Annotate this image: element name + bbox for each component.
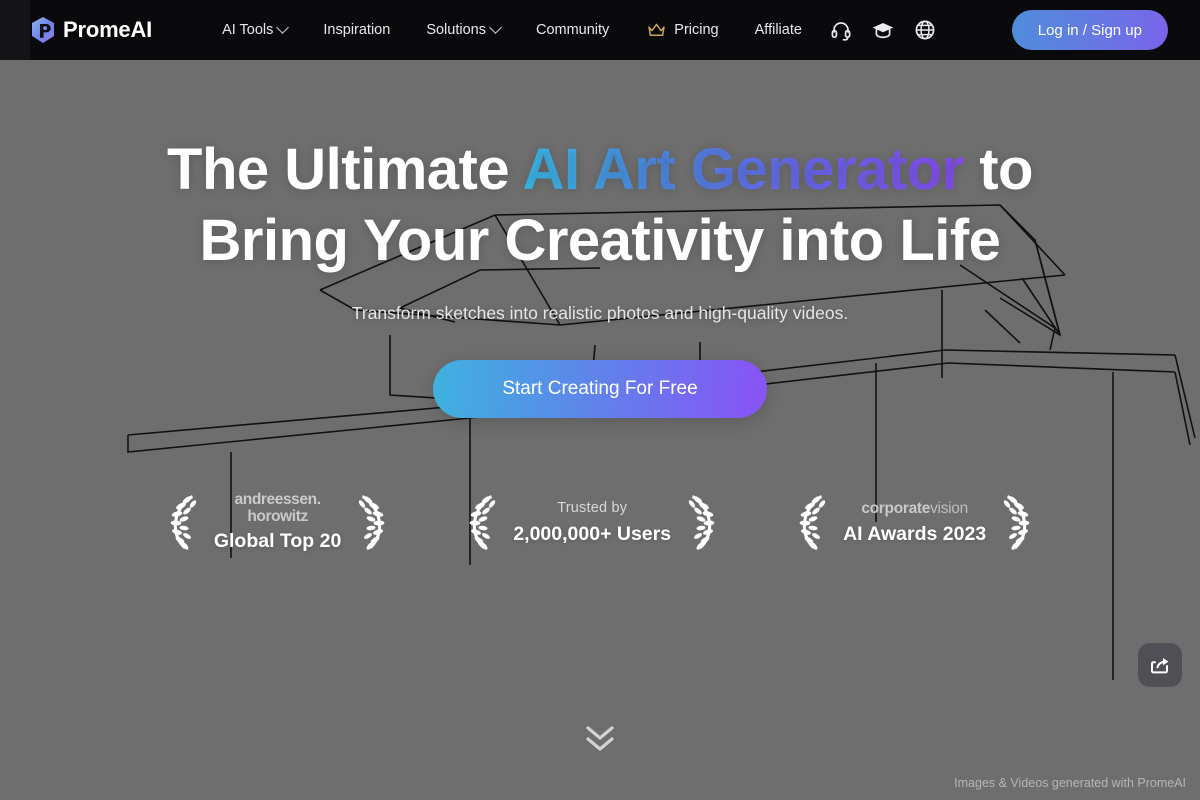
nav-item-label: AI Tools: [222, 22, 274, 38]
headline-gradient-text: AI Art Generator: [522, 137, 965, 202]
nav-item-pricing[interactable]: Pricing: [627, 0, 736, 60]
promeai-landing-page: PromeAI AI Tools Inspiration Solutions C…: [0, 0, 1200, 800]
nav-item-solutions[interactable]: Solutions: [408, 0, 518, 60]
chevron-down-icon: [276, 20, 290, 34]
badge-text-group: Trusted by 2,000,000+ Users: [513, 499, 671, 545]
laurel-wreath-left-icon: [469, 494, 496, 550]
headline-part-1: The Ultimate: [167, 137, 523, 202]
nav-item-label: Affiliate: [754, 22, 802, 38]
badge-title: Global Top 20: [213, 529, 342, 552]
hero-section: The Ultimate AI Art Generator to Bring Y…: [0, 60, 1200, 800]
corporate-vision-logo: corporatevision: [843, 499, 986, 518]
double-chevron-down-icon: [586, 726, 614, 751]
page-title: The Ultimate AI Art Generator to Bring Y…: [167, 135, 1033, 277]
share-button[interactable]: [1138, 643, 1182, 687]
login-signup-button[interactable]: Log in / Sign up: [1011, 10, 1168, 50]
generated-with-caption: Images & Videos generated with PromeAI: [954, 776, 1186, 790]
globe-language-icon: [915, 20, 935, 40]
nav-item-label: Pricing: [674, 22, 719, 38]
hero-subtitle: Transform sketches into realistic photos…: [351, 302, 849, 323]
laurel-wreath-right-icon: [359, 494, 385, 550]
badge-andreessen-horowitz: andreessen. horowitz Global Top 20: [166, 491, 389, 555]
nav-item-ai-tools[interactable]: AI Tools: [204, 0, 305, 60]
badge-text-group: corporatevision AI Awards 2023: [843, 499, 986, 546]
badge-text-group: andreessen. horowitz Global Top 20: [213, 491, 342, 553]
nav-item-community[interactable]: Community: [518, 0, 627, 60]
promeai-cube-logo-icon: [32, 17, 54, 43]
badge-title: AI Awards 2023: [843, 523, 987, 546]
crown-icon: [648, 23, 666, 36]
learn-button[interactable]: [862, 0, 904, 60]
scroll-down-indicator[interactable]: [577, 720, 623, 756]
headset-support-icon: [831, 22, 851, 41]
support-button[interactable]: [820, 0, 862, 60]
andreessen-horowitz-logo: andreessen. horowitz: [214, 491, 341, 525]
language-button[interactable]: [904, 0, 946, 60]
main-navigation: AI Tools Inspiration Solutions Community…: [204, 0, 946, 60]
hero-content: The Ultimate AI Art Generator to Bring Y…: [0, 60, 1200, 800]
site-header: PromeAI AI Tools Inspiration Solutions C…: [0, 0, 1200, 60]
logo-light-part: vision: [930, 499, 968, 517]
laurel-wreath-right-icon: [1003, 494, 1030, 550]
laurel-wreath-left-icon: [170, 494, 197, 550]
header-left-strip: [0, 0, 30, 60]
share-export-icon: [1151, 658, 1169, 674]
chevron-down-icon: [489, 20, 502, 34]
badge-corporate-vision: corporatevision AI Awards 2023: [795, 491, 1034, 555]
brand-name: PromeAI: [63, 17, 153, 42]
nav-item-affiliate[interactable]: Affiliate: [737, 0, 820, 60]
laurel-wreath-left-icon: [799, 494, 826, 550]
headline-part-2: to: [963, 137, 1033, 202]
logo-line-2: horowitz: [247, 507, 308, 525]
logo-bold-part: corporate: [861, 499, 931, 517]
laurel-wreath-right-icon: [688, 494, 715, 550]
headline-line-2: Bring Your Creativity into Life: [199, 207, 1001, 273]
nav-item-label: Inspiration: [323, 22, 391, 38]
nav-item-label: Solutions: [426, 22, 486, 38]
brand-logo[interactable]: PromeAI: [30, 0, 152, 60]
badge-trusted-users: Trusted by 2,000,000+ Users: [465, 491, 719, 555]
trust-badges: andreessen. horowitz Global Top 20 Trust…: [166, 491, 1034, 555]
graduation-cap-icon: [872, 23, 894, 39]
nav-item-label: Community: [535, 22, 610, 38]
badge-subtitle: Trusted by: [557, 500, 628, 517]
start-creating-button[interactable]: Start Creating For Free: [433, 359, 767, 418]
nav-item-inspiration[interactable]: Inspiration: [305, 0, 408, 60]
badge-title: 2,000,000+ Users: [513, 522, 672, 545]
logo-line-1: andreessen.: [234, 491, 321, 509]
